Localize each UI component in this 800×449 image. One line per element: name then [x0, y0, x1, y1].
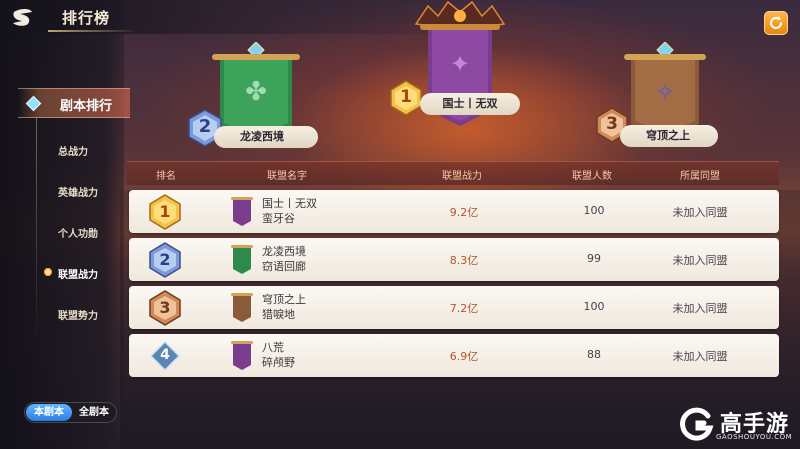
sidebar-item-label: 剧本排行	[60, 99, 113, 114]
alliance-name-block: 国士丨无双 蛮牙谷	[262, 196, 317, 226]
first-place-name: 国士丨无双	[420, 93, 520, 115]
top-bar	[0, 0, 800, 34]
sidebar-divider	[36, 118, 37, 348]
alliance-server: 猎唳地	[262, 308, 295, 321]
alliance-power: 8.3亿	[449, 254, 479, 267]
alliance-power: 9.2亿	[449, 206, 479, 219]
alliance-affiliation: 未加入同盟	[672, 206, 728, 219]
sidebar-item-label: 联盟势力	[58, 311, 98, 322]
alliance-power: 6.9亿	[449, 350, 479, 363]
rank-1-badge: 1	[147, 194, 183, 230]
sidebar-item-label: 总战力	[58, 147, 88, 158]
alliance-server: 窃语回廊	[262, 260, 306, 273]
title-divider	[48, 30, 138, 32]
diamond-icon	[25, 95, 42, 112]
sidebar-item-alliance-power[interactable]: 联盟战力	[40, 262, 120, 284]
column-header-members: 联盟人数	[572, 171, 612, 182]
column-header-name: 联盟名字	[267, 171, 307, 182]
rank-2-badge: 2	[147, 242, 183, 278]
alliance-affiliation: 未加入同盟	[672, 254, 728, 267]
alliance-flag-icon	[231, 341, 253, 371]
alliance-name: 龙凌西境	[262, 245, 306, 258]
alliance-name: 穹顶之上	[262, 293, 306, 306]
alliance-server: 蛮牙谷	[262, 212, 295, 225]
alliance-name-block: 龙凌西境 窃语回廊	[262, 244, 306, 274]
alliance-server: 碎颅野	[262, 356, 295, 369]
active-dot-icon	[44, 268, 52, 276]
rank-number: 4	[160, 347, 170, 363]
column-header-power: 联盟战力	[442, 171, 482, 182]
watermark-url: GAOSHOUYOU.COM	[716, 433, 793, 441]
rank-4-badge: 4	[147, 338, 183, 374]
scope-all-button[interactable]: 全剧本	[72, 404, 116, 421]
alliance-flag-icon	[231, 293, 253, 323]
table-row[interactable]: 2 龙凌西境 窃语回廊 8.3亿 99 未加入同盟	[129, 238, 779, 281]
alliance-affiliation: 未加入同盟	[672, 302, 728, 315]
refresh-button[interactable]	[764, 11, 788, 35]
alliance-name-block: 穹顶之上 猎唳地	[262, 292, 306, 322]
alliance-name: 八荒	[262, 341, 284, 354]
svg-text:✧: ✧	[655, 78, 675, 106]
alliance-affiliation: 未加入同盟	[672, 350, 728, 363]
column-header-rank: 排名	[156, 171, 176, 182]
table-row[interactable]: 4 八荒 碎颅野 6.9亿 88 未加入同盟	[129, 334, 779, 377]
table-header: 排名 联盟名字 联盟战力 联盟人数 所属同盟	[127, 161, 779, 185]
scope-toggle: 本剧本 全剧本	[24, 402, 117, 423]
rank-number: 1	[159, 202, 171, 221]
alliance-members: 100	[583, 300, 605, 313]
sidebar-item-hero-power[interactable]: 英雄战力	[40, 180, 120, 202]
sidebar-item-label: 英雄战力	[58, 188, 98, 199]
sidebar-item-script-ranking[interactable]: 剧本排行	[18, 88, 130, 118]
rank-3-badge: 3	[147, 290, 183, 326]
page-title: 排行榜	[62, 9, 111, 27]
sidebar-item-label: 个人功勋	[58, 229, 98, 240]
sidebar-item-label: 联盟战力	[58, 270, 98, 281]
svg-text:✤: ✤	[245, 77, 267, 107]
back-swirl-icon[interactable]	[10, 6, 36, 28]
second-place-name: 龙凌西境	[214, 126, 318, 148]
third-place-name: 穹顶之上	[620, 125, 718, 147]
refresh-icon	[770, 16, 782, 29]
alliance-members: 99	[587, 252, 601, 265]
alliance-members: 100	[583, 204, 605, 217]
svg-text:✦: ✦	[450, 50, 470, 78]
scope-current-button[interactable]: 本剧本	[26, 404, 72, 421]
rank-number: 2	[159, 250, 171, 269]
column-header-alliance: 所属同盟	[680, 171, 720, 182]
alliance-flag-icon	[231, 197, 253, 227]
watermark: 高手游 GAOSHOUYOU.COM	[676, 404, 796, 446]
rank-number: 1	[400, 87, 412, 107]
alliance-flag-icon	[231, 245, 253, 275]
rank-number: 3	[159, 298, 171, 317]
brand-logo-icon	[680, 407, 714, 441]
sidebar-item-total-power[interactable]: 总战力	[40, 139, 120, 161]
table-row[interactable]: 3 穹顶之上 猎唳地 7.2亿 100 未加入同盟	[129, 286, 779, 329]
sidebar-item-personal-merit[interactable]: 个人功勋	[40, 221, 120, 243]
alliance-name: 国士丨无双	[262, 197, 317, 210]
alliance-power: 7.2亿	[449, 302, 479, 315]
table-row[interactable]: 1 国士丨无双 蛮牙谷 9.2亿 100 未加入同盟	[129, 190, 779, 233]
sidebar-item-alliance-influence[interactable]: 联盟势力	[40, 303, 120, 325]
alliance-members: 88	[587, 348, 601, 361]
rank-1-medal: 1	[388, 80, 424, 116]
alliance-name-block: 八荒 碎颅野	[262, 340, 295, 370]
